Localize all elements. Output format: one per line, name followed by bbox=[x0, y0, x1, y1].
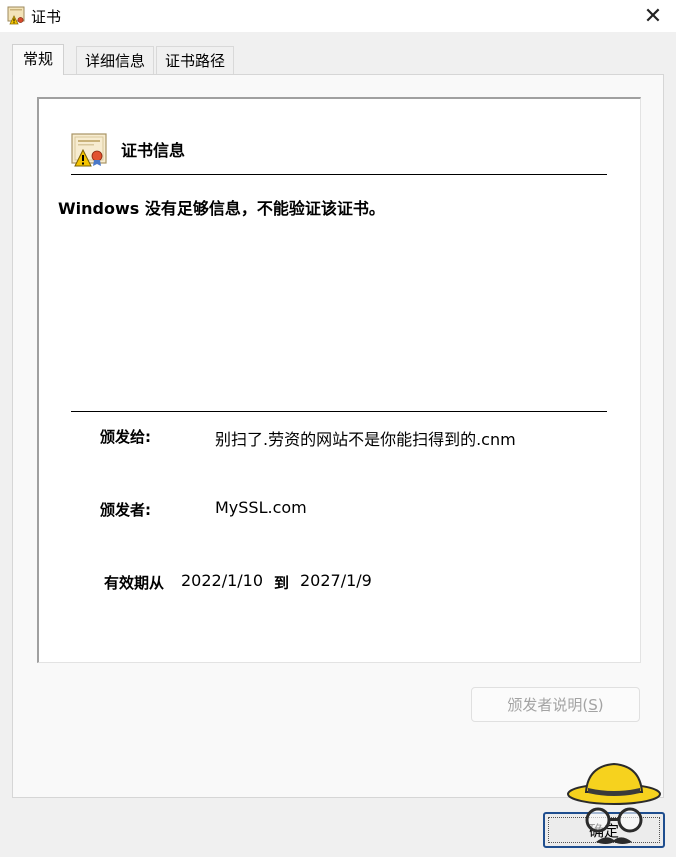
issued-by-value: MySSL.com bbox=[215, 498, 307, 517]
close-icon: ✕ bbox=[643, 3, 663, 29]
valid-to-value: 2027/1/9 bbox=[300, 571, 372, 590]
title-bar: 证书 ✕ bbox=[0, 0, 676, 32]
tab-details[interactable]: 详细信息 bbox=[76, 46, 154, 74]
heading-divider bbox=[71, 174, 607, 175]
issued-by-label: 颁发者: bbox=[100, 501, 151, 519]
valid-to-label: 到 bbox=[274, 574, 290, 592]
issuer-statement-label-suffix: ) bbox=[597, 695, 604, 714]
mascot-hat-glasses-icon bbox=[567, 762, 661, 844]
valid-from-label: 有效期从 bbox=[104, 574, 165, 592]
issued-to-value: 别扫了.劳资的网站不是你能扫得到的.cnm bbox=[215, 430, 516, 449]
details-divider bbox=[71, 411, 607, 412]
issued-to-label: 颁发给: bbox=[100, 428, 151, 446]
certificate-warning-icon bbox=[7, 6, 25, 25]
tab-cert-path[interactable]: 证书路径 bbox=[156, 46, 234, 74]
certificate-info-heading: 证书信息 bbox=[121, 141, 186, 160]
issuer-statement-button[interactable]: 颁发者说明(S) bbox=[471, 687, 640, 722]
issuer-statement-hotkey: S bbox=[588, 695, 598, 714]
tab-general[interactable]: 常规 bbox=[12, 44, 64, 75]
close-button[interactable]: ✕ bbox=[630, 0, 676, 32]
issuer-statement-label-prefix: 颁发者说明( bbox=[507, 696, 589, 714]
verification-warning: Windows 没有足够信息，不能验证该证书。 bbox=[58, 199, 385, 218]
valid-from-value: 2022/1/10 bbox=[181, 571, 264, 590]
certificate-warning-icon bbox=[71, 133, 107, 167]
window-title: 证书 bbox=[31, 8, 62, 26]
